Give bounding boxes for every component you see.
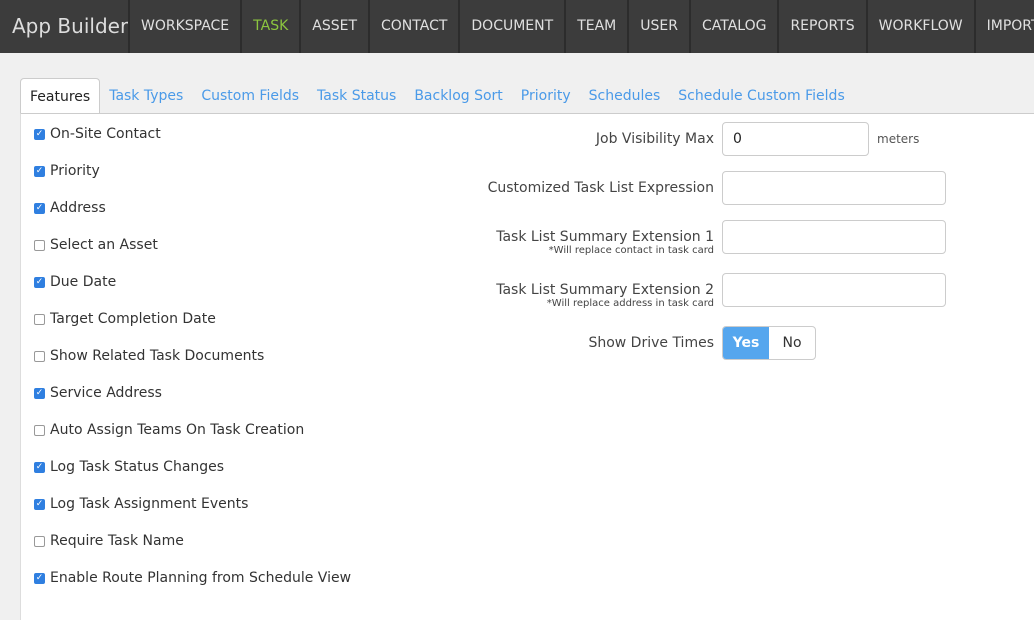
- checkbox-checked[interactable]: ✓: [34, 461, 45, 473]
- nav-contact[interactable]: CONTACT: [368, 0, 458, 53]
- checkbox-checked[interactable]: ✓: [34, 498, 45, 510]
- nav-workspace[interactable]: WORKSPACE: [128, 0, 240, 53]
- feature-option[interactable]: ✓ Address: [34, 200, 106, 216]
- nav-catalog[interactable]: CATALOG: [688, 0, 777, 53]
- tab-priority[interactable]: Priority: [512, 78, 580, 114]
- drive-times-toggle: Yes No: [722, 326, 816, 360]
- checkbox-checked[interactable]: ✓: [34, 165, 45, 177]
- summary-ext1-note: *Will replace contact in task card: [548, 245, 714, 256]
- summary-ext2-label: Task List Summary Extension 2 *Will repla…: [496, 282, 714, 309]
- tab-features[interactable]: Features: [20, 78, 101, 114]
- feature-label: Target Completion Date: [50, 311, 216, 327]
- feature-option[interactable]: Select an Asset: [34, 237, 158, 253]
- checkbox-checked[interactable]: ✓: [34, 387, 45, 399]
- tab-custom-fields[interactable]: Custom Fields: [192, 78, 308, 114]
- job-visibility-input[interactable]: [722, 122, 869, 156]
- feature-option[interactable]: ✓ Due Date: [34, 274, 116, 290]
- tab-schedules[interactable]: Schedules: [580, 78, 670, 114]
- drive-times-no-button[interactable]: No: [769, 327, 815, 359]
- feature-label: Address: [50, 200, 106, 216]
- feature-label: Enable Route Planning from Schedule View: [50, 570, 352, 586]
- task-list-expression-input[interactable]: [722, 171, 946, 205]
- summary-ext2-note: *Will replace address in task card: [546, 298, 714, 309]
- checkbox-checked[interactable]: ✓: [34, 572, 45, 584]
- feature-label: Select an Asset: [50, 237, 158, 253]
- tab-schedule-custom-fields[interactable]: Schedule Custom Fields: [669, 78, 853, 114]
- nav-team[interactable]: TEAM: [564, 0, 627, 53]
- job-visibility-label: Job Visibility Max: [595, 131, 714, 147]
- feature-label: Log Task Assignment Events: [50, 496, 249, 512]
- feature-label: Log Task Status Changes: [50, 459, 225, 475]
- feature-option[interactable]: ✓ Log Task Assignment Events: [34, 496, 248, 512]
- feature-option[interactable]: ✓ Service Address: [34, 385, 162, 401]
- nav-import[interactable]: IMPORT: [973, 0, 1034, 53]
- summary-ext1-title: Task List Summary Extension 1: [496, 229, 714, 245]
- feature-label: Auto Assign Teams On Task Creation: [50, 422, 305, 438]
- feature-label: Due Date: [50, 274, 117, 290]
- feature-option[interactable]: ✓ On-Site Contact: [34, 126, 161, 142]
- checkbox-unchecked[interactable]: [34, 535, 45, 547]
- checkbox-checked[interactable]: ✓: [34, 202, 45, 214]
- feature-label: Show Related Task Documents: [50, 348, 265, 364]
- summary-ext2-input[interactable]: [722, 273, 946, 307]
- checkbox-checked[interactable]: ✓: [34, 276, 45, 288]
- checkbox-unchecked[interactable]: [34, 424, 45, 436]
- feature-option[interactable]: Auto Assign Teams On Task Creation: [34, 422, 304, 438]
- feature-option[interactable]: ✓ Enable Route Planning from Schedule Vie…: [34, 570, 351, 586]
- tab-task-types[interactable]: Task Types: [100, 78, 192, 114]
- feature-label: On-Site Contact: [50, 126, 161, 142]
- tab-backlog-sort[interactable]: Backlog Sort: [405, 78, 511, 114]
- feature-option[interactable]: ✓ Priority: [34, 163, 100, 179]
- features-panel: ✓ On-Site Contact ✓ Priority ✓ Address Select …: [20, 113, 1034, 620]
- nav-user[interactable]: USER: [627, 0, 689, 53]
- checkbox-checked[interactable]: ✓: [34, 128, 45, 140]
- checkbox-unchecked[interactable]: [34, 350, 45, 362]
- meters-unit: meters: [877, 132, 920, 146]
- nav-asset[interactable]: ASSET: [299, 0, 368, 53]
- drive-times-label: Show Drive Times: [588, 335, 714, 351]
- feature-option[interactable]: Require Task Name: [34, 533, 184, 549]
- feature-label: Priority: [50, 163, 100, 179]
- summary-ext1-label: Task List Summary Extension 1 *Will repla…: [496, 229, 714, 256]
- feature-option[interactable]: Show Related Task Documents: [34, 348, 264, 364]
- feature-label: Service Address: [50, 385, 162, 401]
- summary-ext1-input[interactable]: [722, 220, 946, 254]
- nav-workflow[interactable]: WORKFLOW: [865, 0, 974, 53]
- app-title: App Builder: [12, 14, 129, 38]
- nav-task[interactable]: TASK: [240, 0, 299, 53]
- feature-option[interactable]: ✓ Log Task Status Changes: [34, 459, 224, 475]
- task-list-expression-label: Customized Task List Expression: [487, 180, 714, 196]
- feature-label: Require Task Name: [50, 533, 184, 549]
- checkbox-unchecked[interactable]: [34, 313, 45, 325]
- tab-task-status[interactable]: Task Status: [308, 78, 405, 114]
- nav-reports[interactable]: REPORTS: [777, 0, 865, 53]
- feature-option[interactable]: Target Completion Date: [34, 311, 216, 327]
- summary-ext2-title: Task List Summary Extension 2: [496, 282, 714, 298]
- tab-bar: Features Task Types Custom Fields Task Stat…: [20, 78, 854, 114]
- drive-times-yes-button[interactable]: Yes: [723, 327, 769, 359]
- nav-document[interactable]: DOCUMENT: [458, 0, 564, 53]
- checkbox-unchecked[interactable]: [34, 239, 45, 251]
- top-navbar: App Builder WORKSPACE TASK ASSET CONTACT DOC…: [0, 0, 1034, 53]
